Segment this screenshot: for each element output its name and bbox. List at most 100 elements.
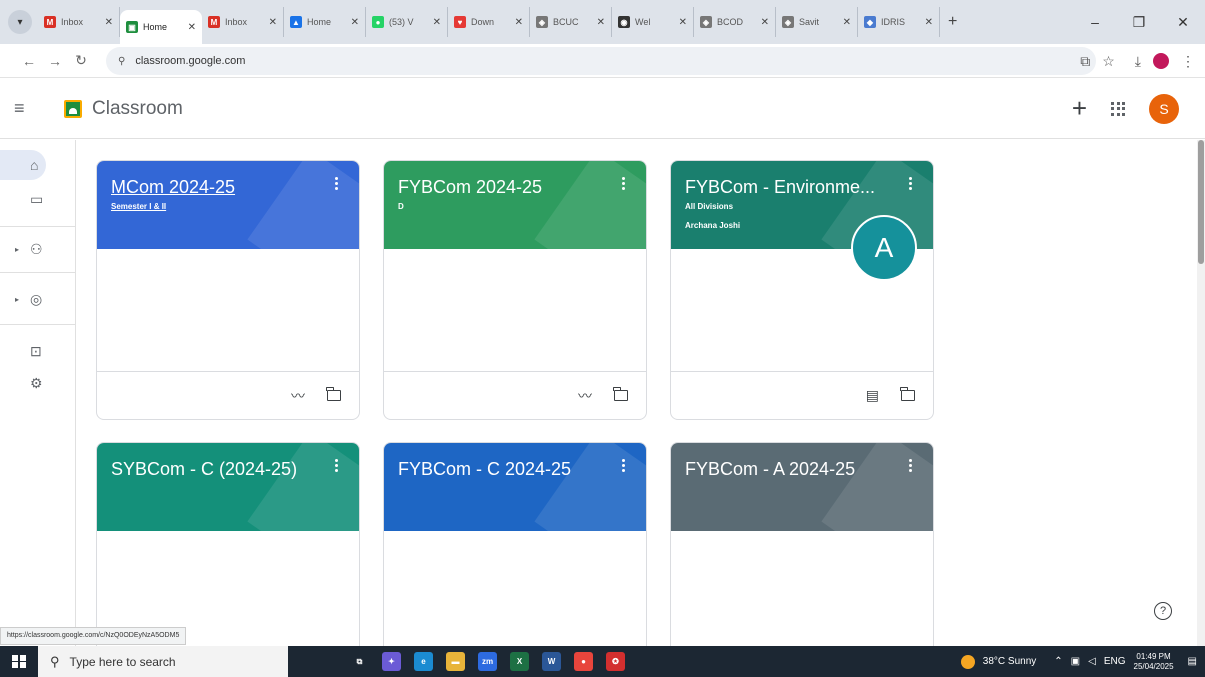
card-options-icon[interactable] bbox=[335, 177, 339, 190]
class-card[interactable]: FYBCom 2024-25 D 〰 bbox=[383, 160, 647, 420]
browser-tab[interactable]: M Inbox ✕ bbox=[38, 7, 120, 37]
browser-menu-icon[interactable]: ⋮ bbox=[1181, 53, 1195, 70]
copilot-icon[interactable]: ✦ bbox=[382, 652, 401, 671]
maximize-icon[interactable]: ❐ bbox=[1117, 14, 1161, 31]
folder-icon[interactable] bbox=[900, 387, 915, 401]
rail-archived[interactable]: ⊡ bbox=[0, 336, 76, 366]
main-menu-icon[interactable]: ≡ bbox=[14, 98, 64, 119]
rail-divider bbox=[0, 226, 76, 227]
rail-settings[interactable]: ⚙ bbox=[0, 368, 76, 398]
close-tab-icon[interactable]: ✕ bbox=[925, 17, 933, 28]
card-header[interactable]: FYBCom 2024-25 D bbox=[384, 161, 646, 249]
card-options-icon[interactable] bbox=[909, 459, 913, 472]
page-scrollbar[interactable] bbox=[1197, 140, 1205, 646]
card-options-icon[interactable] bbox=[622, 177, 626, 190]
card-body bbox=[97, 249, 359, 371]
excel-icon[interactable]: X bbox=[510, 652, 529, 671]
rail-calendar[interactable]: ▭ bbox=[0, 184, 76, 214]
trend-icon[interactable]: 〰 bbox=[578, 386, 592, 406]
class-card[interactable]: FYBCom - C 2024-25 bbox=[383, 442, 647, 654]
card-footer: ▤ bbox=[671, 371, 933, 419]
close-tab-icon[interactable]: ✕ bbox=[351, 17, 359, 28]
class-card[interactable]: FYBCom - A 2024-25 bbox=[670, 442, 934, 654]
tab-title: Wel bbox=[635, 17, 651, 27]
close-tab-icon[interactable]: ✕ bbox=[761, 17, 769, 28]
edge-icon[interactable]: e bbox=[414, 652, 433, 671]
browser-tab[interactable]: ◈ BCOD ✕ bbox=[694, 7, 776, 37]
start-button[interactable] bbox=[0, 654, 38, 669]
back-icon[interactable]: ← bbox=[16, 53, 42, 69]
file-explorer-icon[interactable]: ▬ bbox=[446, 652, 465, 671]
browser-tab[interactable]: ▣ Home ✕ bbox=[120, 10, 202, 44]
trend-icon[interactable]: 〰 bbox=[291, 386, 305, 406]
class-card[interactable]: SYBCom - C (2024-25) bbox=[96, 442, 360, 654]
close-tab-icon[interactable]: ✕ bbox=[105, 17, 113, 28]
address-bar[interactable]: ⚲ classroom.google.com bbox=[106, 47, 1096, 75]
close-tab-icon[interactable]: ✕ bbox=[597, 17, 605, 28]
profile-icon[interactable] bbox=[1153, 53, 1169, 69]
folder-icon[interactable] bbox=[326, 387, 341, 401]
network-icon[interactable]: ▣ bbox=[1071, 656, 1080, 667]
create-join-class-icon[interactable]: + bbox=[1072, 93, 1087, 124]
browser-tab[interactable]: ♥ Down ✕ bbox=[448, 7, 530, 37]
download-icon[interactable]: ⤓ bbox=[1135, 53, 1141, 70]
taskbar-search[interactable]: ⚲ Type here to search bbox=[38, 646, 288, 677]
close-tab-icon[interactable]: ✕ bbox=[515, 17, 523, 28]
close-tab-icon[interactable]: ✕ bbox=[269, 17, 277, 28]
rail-enrolled[interactable]: ▸ ◎ bbox=[0, 284, 76, 314]
weather-text[interactable]: 38°C Sunny bbox=[983, 656, 1036, 667]
forward-icon[interactable]: → bbox=[42, 53, 68, 69]
close-tab-icon[interactable]: ✕ bbox=[843, 17, 851, 28]
reload-icon[interactable]: ↻ bbox=[68, 52, 94, 69]
class-card[interactable]: FYBCom - Environme... All Divisions Archan… bbox=[670, 160, 934, 420]
scrollbar-thumb[interactable] bbox=[1198, 140, 1204, 264]
folder-icon[interactable] bbox=[613, 387, 628, 401]
card-options-icon[interactable] bbox=[622, 459, 626, 472]
chrome-icon[interactable]: ● bbox=[574, 652, 593, 671]
card-header[interactable]: FYBCom - C 2024-25 bbox=[384, 443, 646, 531]
browser-tab[interactable]: ◈ Savit ✕ bbox=[776, 7, 858, 37]
card-header[interactable]: FYBCom - A 2024-25 bbox=[671, 443, 933, 531]
assignment-icon[interactable]: ▤ bbox=[866, 387, 879, 404]
language-indicator[interactable]: ENG bbox=[1104, 656, 1126, 667]
card-options-icon[interactable] bbox=[909, 177, 913, 190]
volume-icon[interactable]: ◁ bbox=[1088, 656, 1096, 667]
card-body bbox=[671, 531, 933, 653]
browser-tab[interactable]: ▲ Home ✕ bbox=[284, 7, 366, 37]
new-tab-button[interactable]: + bbox=[948, 13, 957, 31]
help-icon[interactable]: ? bbox=[1154, 602, 1172, 620]
rail-home[interactable]: ⌂ bbox=[0, 150, 46, 180]
browser-toolbar: ← → ↻ ⚲ classroom.google.com ⧉ ☆ ⤓ ⋮ bbox=[0, 44, 1205, 78]
task-view-icon[interactable]: ⧉ bbox=[350, 652, 369, 671]
weather-icon[interactable] bbox=[960, 654, 975, 669]
card-header[interactable]: SYBCom - C (2024-25) bbox=[97, 443, 359, 531]
tab-search-icon[interactable]: ▾ bbox=[8, 10, 32, 34]
minimize-icon[interactable]: – bbox=[1073, 14, 1117, 30]
zoom-icon[interactable]: zm bbox=[478, 652, 497, 671]
close-window-icon[interactable]: ✕ bbox=[1161, 14, 1205, 31]
app-icon[interactable]: ✪ bbox=[606, 652, 625, 671]
close-tab-icon[interactable]: ✕ bbox=[188, 22, 196, 33]
clock[interactable]: 01:49 PM 25/04/2025 bbox=[1134, 652, 1174, 672]
notifications-icon[interactable]: ▤ bbox=[1188, 656, 1197, 667]
cast-icon[interactable]: ⧉ bbox=[1080, 53, 1090, 70]
close-tab-icon[interactable]: ✕ bbox=[679, 17, 687, 28]
rail-teaching[interactable]: ▸ ⚇ bbox=[0, 234, 76, 264]
browser-tab[interactable]: M Inbox ✕ bbox=[202, 7, 284, 37]
browser-tab[interactable]: ◆ IDRIS ✕ bbox=[858, 7, 940, 37]
bookmark-star-icon[interactable]: ☆ bbox=[1102, 53, 1115, 70]
card-options-icon[interactable] bbox=[335, 459, 339, 472]
browser-tab[interactable]: ◈ BCUC ✕ bbox=[530, 7, 612, 37]
account-avatar[interactable]: S bbox=[1149, 93, 1179, 124]
google-apps-icon[interactable] bbox=[1111, 101, 1125, 116]
tray-overflow-icon[interactable]: ⌃ bbox=[1054, 656, 1062, 667]
close-tab-icon[interactable]: ✕ bbox=[433, 17, 441, 28]
browser-tab[interactable]: ● (53) V ✕ bbox=[366, 7, 448, 37]
word-icon[interactable]: W bbox=[542, 652, 561, 671]
classroom-logo-icon[interactable] bbox=[64, 99, 82, 118]
app-title[interactable]: Classroom bbox=[92, 98, 183, 120]
card-header[interactable]: MCom 2024-25 Semester I & II bbox=[97, 161, 359, 249]
site-info-icon[interactable]: ⚲ bbox=[118, 56, 125, 67]
class-card[interactable]: MCom 2024-25 Semester I & II 〰 bbox=[96, 160, 360, 420]
browser-tab[interactable]: ◉ Wel ✕ bbox=[612, 7, 694, 37]
